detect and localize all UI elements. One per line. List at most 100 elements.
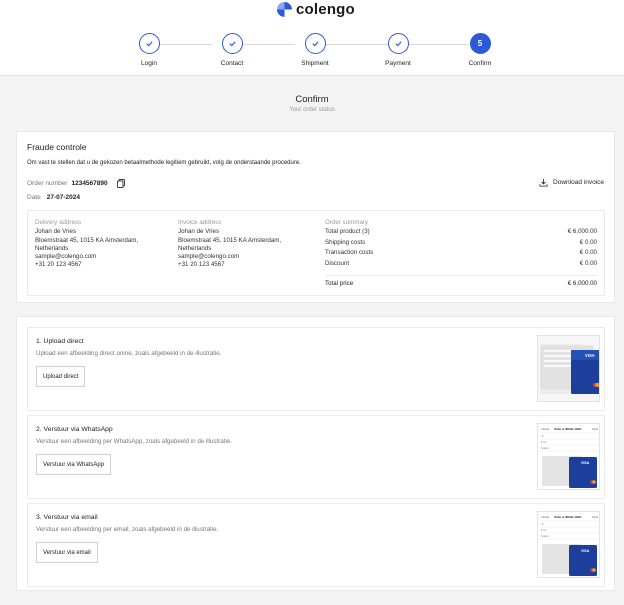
visa-text: VISA — [581, 461, 590, 465]
mock-to-text: To: — [541, 523, 545, 526]
visa-text: VISA — [585, 353, 595, 358]
email-illustration: Cancel Order nr 083121 11821 Send To: Fr… — [537, 511, 600, 578]
copy-icon[interactable] — [116, 179, 125, 188]
date-row: Date 27-07-2024 — [27, 194, 80, 201]
summary-row: Discount € 0.00 — [325, 259, 597, 269]
summary-label: Shipping costs — [325, 238, 366, 246]
logo-text: colengo — [296, 0, 355, 18]
total-price-value: € 6,000.00 — [567, 280, 597, 287]
upload-direct-button[interactable]: Upload direct — [36, 366, 86, 387]
summary-label: Discount — [325, 259, 350, 267]
page-subtitle: Your order status — [289, 107, 335, 113]
credit-card-illustration: VISA — [538, 336, 599, 401]
message-mockup-illustration: Cancel Order nr 083121 11821 Send To: Fr… — [538, 512, 599, 577]
whatsapp-illustration: Cancel Order nr 083121 11821 Send To: Fr… — [537, 423, 600, 490]
download-invoice-link[interactable]: Download invoice — [539, 178, 604, 187]
step-label: Login — [141, 60, 157, 67]
check-icon — [228, 41, 236, 47]
delivery-address: Delivery address Johan de Vries Bloemstr… — [35, 219, 138, 270]
invoice-address-heading: Invoice address — [178, 219, 222, 226]
step-circle — [387, 33, 409, 54]
summary-label: Transaction costs — [325, 249, 374, 257]
delivery-name: Johan de Vries — [35, 228, 77, 236]
method-title: 2. Verstuur via WhatsApp — [36, 426, 113, 433]
summary-value: € 0.00 — [579, 238, 597, 246]
step-label: Confirm — [468, 60, 492, 67]
fraud-title: Fraude controle — [27, 142, 87, 152]
mock-cancel-text: Cancel — [541, 427, 549, 431]
logo[interactable]: colengo — [277, 0, 355, 18]
total-price-label: Total price — [325, 280, 354, 287]
colengo-logo-icon — [277, 1, 292, 17]
order-summary: Order summary Total product (3) € 6,000.… — [325, 219, 597, 269]
order-number-value: 1234567890 — [71, 180, 108, 187]
mock-send-text: Send — [592, 427, 599, 431]
order-number-label: Order number — [27, 180, 68, 187]
summary-row: Shipping costs € 0.00 — [325, 238, 597, 248]
method-upload-direct: 1. Upload direct Upload een afbeelding d… — [27, 327, 605, 411]
card-illustration: VISA — [537, 335, 600, 402]
whatsapp-button[interactable]: Verstuur via WhatsApp — [36, 454, 112, 475]
step-label: Shipment — [301, 60, 329, 67]
summary-label: Total product (3) — [325, 228, 370, 236]
check-icon — [311, 41, 319, 47]
mock-send-text: Send — [592, 515, 599, 519]
step-circle — [304, 33, 326, 54]
step-login[interactable]: Login — [119, 33, 179, 67]
summary-divider — [325, 275, 597, 276]
method-email: 3. Verstuur via email Verstuur een afbee… — [27, 503, 605, 587]
step-shipment[interactable]: Shipment — [285, 33, 345, 67]
header: colengo Login Contact Shipment Payment 5… — [0, 0, 624, 76]
mock-to-text: To: — [541, 435, 545, 438]
invoice-country: Netherlands — [178, 244, 212, 252]
order-details-box: Delivery address Johan de Vries Bloemstr… — [27, 210, 605, 296]
delivery-address-heading: Delivery address — [35, 219, 82, 226]
mock-from-text: From: — [541, 441, 548, 444]
mock-subject-text: Subject: — [541, 535, 550, 538]
invoice-name: Johan de Vries — [178, 228, 220, 236]
delivery-street: Bloemstraat 45, 1015 KA Amsterdam, — [35, 236, 139, 244]
email-button[interactable]: Verstuur via email — [36, 542, 98, 563]
summary-value: € 0.00 — [579, 259, 597, 267]
invoice-address: Invoice address Johan de Vries Bloemstra… — [178, 219, 281, 270]
delivery-phone: +31 20 123 4567 — [35, 261, 82, 269]
mock-title-text: Order nr 083121 11821 — [554, 427, 582, 431]
fraud-control-card: Fraude controle Om vast te stellen dat u… — [16, 131, 615, 303]
download-icon — [539, 178, 548, 187]
step-label: Payment — [385, 60, 411, 67]
step-payment[interactable]: Payment — [368, 33, 428, 67]
delivery-email: sample@colengo.com — [35, 253, 97, 261]
verification-methods-card: 1. Upload direct Upload een afbeelding d… — [16, 316, 615, 591]
summary-row: Transaction costs € 0.00 — [325, 248, 597, 258]
step-confirm[interactable]: 5 Confirm — [450, 33, 510, 67]
mock-subject-text: Subject: — [541, 447, 550, 450]
invoice-street: Bloemstraat 45, 1015 KA Amsterdam, — [178, 236, 282, 244]
method-description: Verstuur een afbeelding per WhatsApp, zo… — [36, 438, 233, 445]
method-description: Upload een afbeelding direct onine, zoal… — [36, 350, 222, 357]
mock-title-text: Order nr 083121 11821 — [554, 515, 582, 519]
method-whatsapp: 2. Verstuur via WhatsApp Verstuur een af… — [27, 415, 605, 499]
step-contact[interactable]: Contact — [202, 33, 262, 67]
step-number: 5 — [469, 33, 491, 54]
invoice-email: sample@colengo.com — [178, 253, 240, 261]
fraud-description: Om vast te stellen dat u de gekozen beta… — [27, 160, 301, 166]
download-invoice-label: Download invoice — [553, 179, 604, 186]
method-description: Verstuur een afbeelding per email, zoals… — [36, 526, 219, 533]
step-label: Contact — [220, 60, 244, 67]
order-summary-heading: Order summary — [325, 219, 368, 226]
method-title: 3. Verstuur via email — [36, 514, 98, 521]
order-number-row: Order number 1234567890 — [27, 179, 125, 188]
summary-total-row: Total price € 6,000.00 — [325, 280, 597, 287]
summary-row: Total product (3) € 6,000.00 — [325, 227, 597, 237]
mock-cancel-text: Cancel — [541, 515, 549, 519]
date-value: 27-07-2024 — [46, 194, 80, 201]
check-icon — [394, 41, 402, 47]
date-label: Date — [27, 194, 41, 201]
delivery-country: Netherlands — [35, 244, 69, 252]
invoice-phone: +31 20 123 4567 — [178, 261, 225, 269]
mock-from-text: From: — [541, 529, 548, 532]
summary-value: € 0.00 — [579, 249, 597, 257]
checkout-stepper: Login Contact Shipment Payment 5 Confirm — [0, 33, 624, 73]
summary-value: € 6,000.00 — [567, 228, 597, 236]
method-title: 1. Upload direct — [36, 338, 84, 345]
